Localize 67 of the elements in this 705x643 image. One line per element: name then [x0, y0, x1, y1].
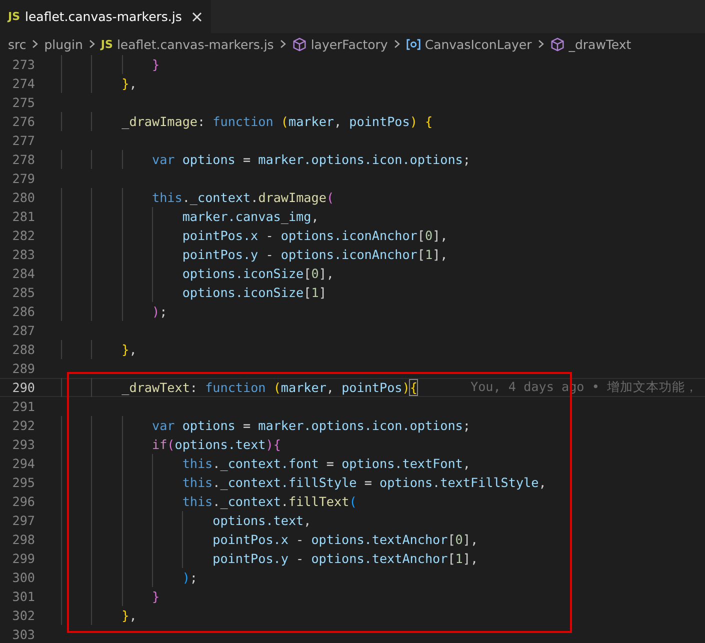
field-icon: [406, 36, 421, 52]
code-line: pointPos.y - options.textAnchor[1],: [212, 551, 478, 566]
line-number: 278: [11, 152, 35, 167]
line-number: 292: [11, 418, 35, 433]
code-line: options.text,: [212, 513, 312, 528]
code-line: }: [152, 589, 160, 604]
chevron-icon: [30, 39, 40, 49]
js-file-label: JS: [100, 38, 113, 50]
code-line: },: [122, 608, 137, 623]
line-number: 279: [11, 171, 35, 186]
line-number: 287: [11, 323, 35, 338]
line-number: 276: [11, 114, 35, 129]
line-number: 289: [11, 361, 35, 376]
code-line: _drawImage: function (marker, pointPos) {: [122, 114, 433, 129]
line-number: 295: [11, 475, 35, 490]
code-line: var options = marker.options.icon.options;: [152, 152, 470, 167]
code-line: this._context.fillStyle = options.textFillStyle,: [182, 475, 546, 490]
code-line: pointPos.x - options.iconAnchor[0],: [182, 228, 448, 243]
code-line: marker.canvas_img,: [182, 209, 319, 224]
code-line: this._context.font = options.textFont,: [182, 456, 470, 471]
code-line: if(options.text){: [152, 437, 281, 452]
code-line: options.iconSize[0],: [182, 266, 334, 281]
line-number: 286: [11, 304, 35, 319]
line-number: 283: [11, 247, 35, 262]
line-number: 277: [11, 133, 35, 148]
line-number: 280: [11, 190, 35, 205]
line-number: 293: [11, 437, 35, 452]
code-line: options.iconSize[1]: [182, 285, 326, 300]
breadcrumb-item[interactable]: CanvasIconLayer: [424, 36, 532, 52]
code-line: }: [152, 57, 160, 72]
line-number: 285: [11, 285, 35, 300]
line-number: 301: [11, 589, 35, 604]
code-line: },: [122, 76, 137, 91]
line-number: 275: [11, 95, 35, 110]
breadcrumb-item[interactable]: layerFactory: [310, 36, 388, 52]
code-line: );: [182, 570, 198, 585]
line-number: 284: [11, 266, 35, 281]
line-number: 294: [11, 456, 35, 471]
line-number: 281: [11, 209, 35, 224]
line-number: 297: [11, 513, 35, 528]
file-tab[interactable]: JS leaflet.canvas-markers.js: [0, 0, 211, 33]
cube-icon: [292, 36, 307, 52]
code-line: },: [122, 342, 137, 357]
line-number: 291: [11, 399, 35, 414]
code-line: pointPos.x - options.textAnchor[0],: [212, 532, 478, 547]
line-number: 274: [11, 76, 35, 91]
breadcrumb-item[interactable]: plugin: [44, 36, 83, 52]
line-number: 288: [11, 342, 35, 357]
code-line: );: [152, 304, 168, 319]
line-number: 298: [11, 532, 35, 547]
code-line: this._context.drawImage(: [152, 190, 334, 205]
line-number: 296: [11, 494, 35, 509]
line-number: 299: [11, 551, 35, 566]
code-line: var options = marker.options.icon.options;: [152, 418, 470, 433]
line-number: 302: [11, 608, 35, 623]
line-number: 290: [11, 380, 35, 395]
line-number: 282: [11, 228, 35, 243]
line-number: 300: [11, 570, 35, 585]
line-number: 303: [11, 627, 35, 642]
breadcrumb-item[interactable]: _drawText: [568, 36, 632, 52]
code-line: this._context.fillText(: [182, 494, 357, 509]
breadcrumb-item[interactable]: src: [8, 36, 26, 52]
breadcrumb-item[interactable]: leaflet.canvas-markers.js: [116, 36, 274, 52]
code-line: pointPos.y - options.iconAnchor[1],: [182, 247, 448, 262]
line-number: 273: [11, 57, 35, 72]
cube-icon: [550, 36, 565, 52]
code-line: _drawText: function (marker, pointPos){: [122, 380, 418, 395]
